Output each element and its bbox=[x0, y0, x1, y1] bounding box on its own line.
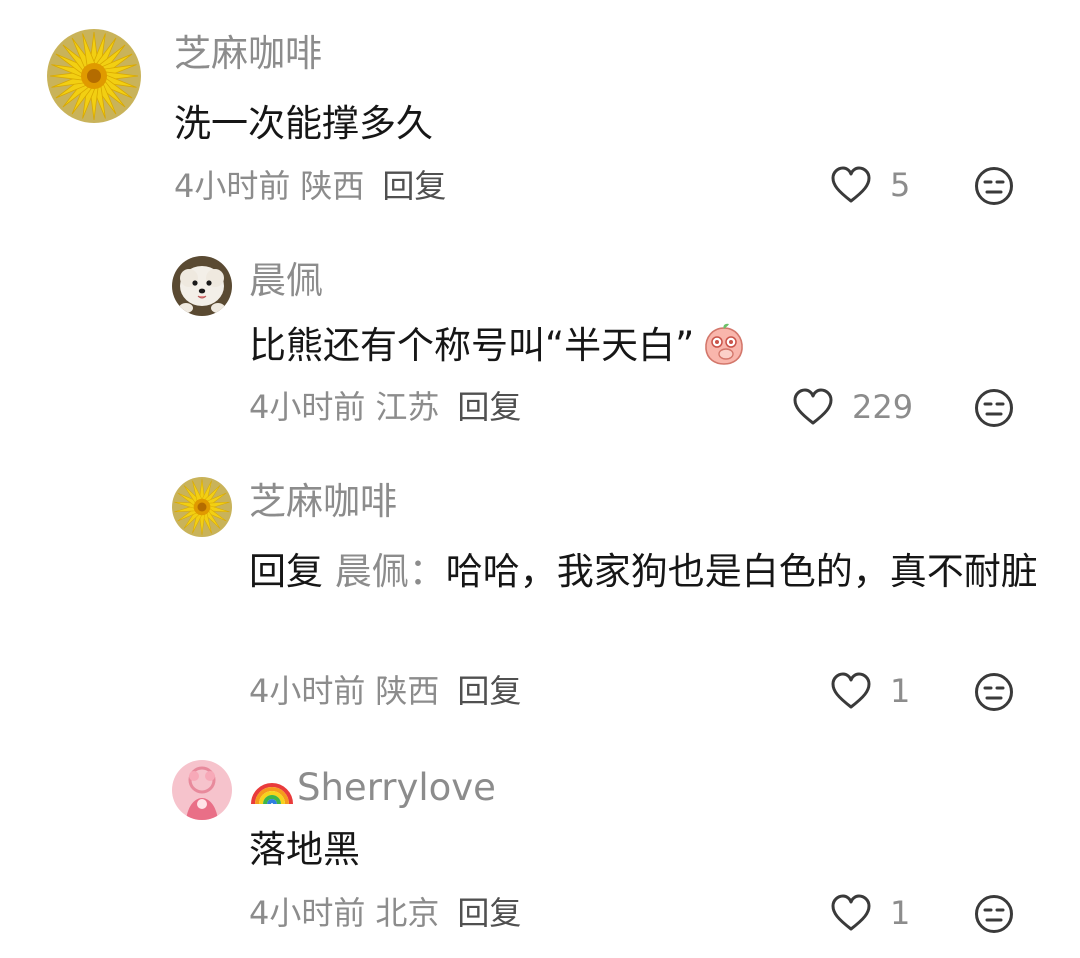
reply-button[interactable]: 回复 bbox=[457, 672, 521, 710]
heart-outline-icon bbox=[831, 672, 871, 709]
comment-text-content: 哈哈，我家狗也是白色的，真不耐脏 bbox=[445, 550, 1038, 593]
comment-text-content: 比熊还有个称号叫“半天白” bbox=[249, 324, 695, 367]
heart-outline-icon bbox=[831, 166, 871, 203]
dislike-button[interactable] bbox=[974, 894, 1014, 938]
comment-username[interactable]: 芝麻咖啡 bbox=[249, 483, 397, 520]
comment-username[interactable]: 晨佩 bbox=[249, 262, 323, 299]
like-count: 1 bbox=[890, 672, 911, 710]
meh-face-icon bbox=[975, 673, 1013, 711]
avatar-chenpei[interactable] bbox=[172, 256, 232, 316]
meh-face-icon bbox=[975, 167, 1013, 205]
comment-region: 陕西 bbox=[375, 672, 440, 710]
meh-face-icon bbox=[975, 895, 1013, 933]
comment-username[interactable]: 芝麻咖啡 bbox=[174, 35, 322, 72]
avatar-zhima[interactable] bbox=[47, 29, 141, 123]
reply-button[interactable]: 回复 bbox=[382, 167, 446, 205]
comment-time: 4小时前 bbox=[174, 167, 291, 205]
comment-username[interactable]: Sherrylove bbox=[249, 766, 496, 812]
reply-button[interactable]: 回复 bbox=[457, 894, 521, 932]
comment-time: 4小时前 bbox=[249, 388, 366, 426]
like-button[interactable]: 1 bbox=[830, 672, 910, 710]
username-text: Sherrylove bbox=[297, 766, 496, 809]
comment-region: 江苏 bbox=[375, 388, 440, 426]
avatar-zhima[interactable] bbox=[172, 477, 232, 537]
dislike-button[interactable] bbox=[974, 166, 1014, 210]
like-count: 229 bbox=[852, 388, 914, 426]
comment-time: 4小时前 bbox=[249, 672, 366, 710]
dislike-button[interactable] bbox=[974, 672, 1014, 716]
comment-text: 落地黑 bbox=[249, 828, 360, 871]
comment-text: 回复 晨佩：哈哈，我家狗也是白色的，真不耐脏 bbox=[249, 544, 1039, 600]
mention-link[interactable]: 晨佩： bbox=[335, 550, 446, 593]
dislike-button[interactable] bbox=[974, 388, 1014, 432]
peach-cover-mouth-emoji-icon bbox=[702, 322, 746, 382]
like-button[interactable]: 1 bbox=[830, 894, 910, 932]
comment-text: 洗一次能撑多久 bbox=[174, 102, 433, 145]
comment-time: 4小时前 bbox=[249, 894, 366, 932]
reply-button[interactable]: 回复 bbox=[457, 388, 521, 426]
reply-prefix: 回复 bbox=[249, 550, 323, 593]
like-button[interactable]: 229 bbox=[792, 388, 913, 426]
comment-meta: 4小时前 陕西 回复 bbox=[174, 170, 446, 202]
rainbow-emoji-icon bbox=[249, 766, 295, 812]
heart-outline-icon bbox=[793, 388, 833, 425]
like-button[interactable]: 5 bbox=[830, 166, 910, 204]
like-count: 5 bbox=[890, 166, 911, 204]
like-count: 1 bbox=[890, 894, 911, 932]
comment-region: 陕西 bbox=[300, 167, 365, 205]
comment-meta: 4小时前 陕西 回复 bbox=[249, 675, 521, 707]
comment-meta: 4小时前 北京 回复 bbox=[249, 897, 521, 929]
comment-meta: 4小时前 江苏 回复 bbox=[249, 391, 521, 423]
heart-outline-icon bbox=[831, 894, 871, 931]
comment-region: 北京 bbox=[375, 894, 440, 932]
comment-text: 比熊还有个称号叫“半天白” bbox=[249, 318, 1039, 382]
meh-face-icon bbox=[975, 389, 1013, 427]
avatar-sherrylove[interactable] bbox=[172, 760, 232, 820]
